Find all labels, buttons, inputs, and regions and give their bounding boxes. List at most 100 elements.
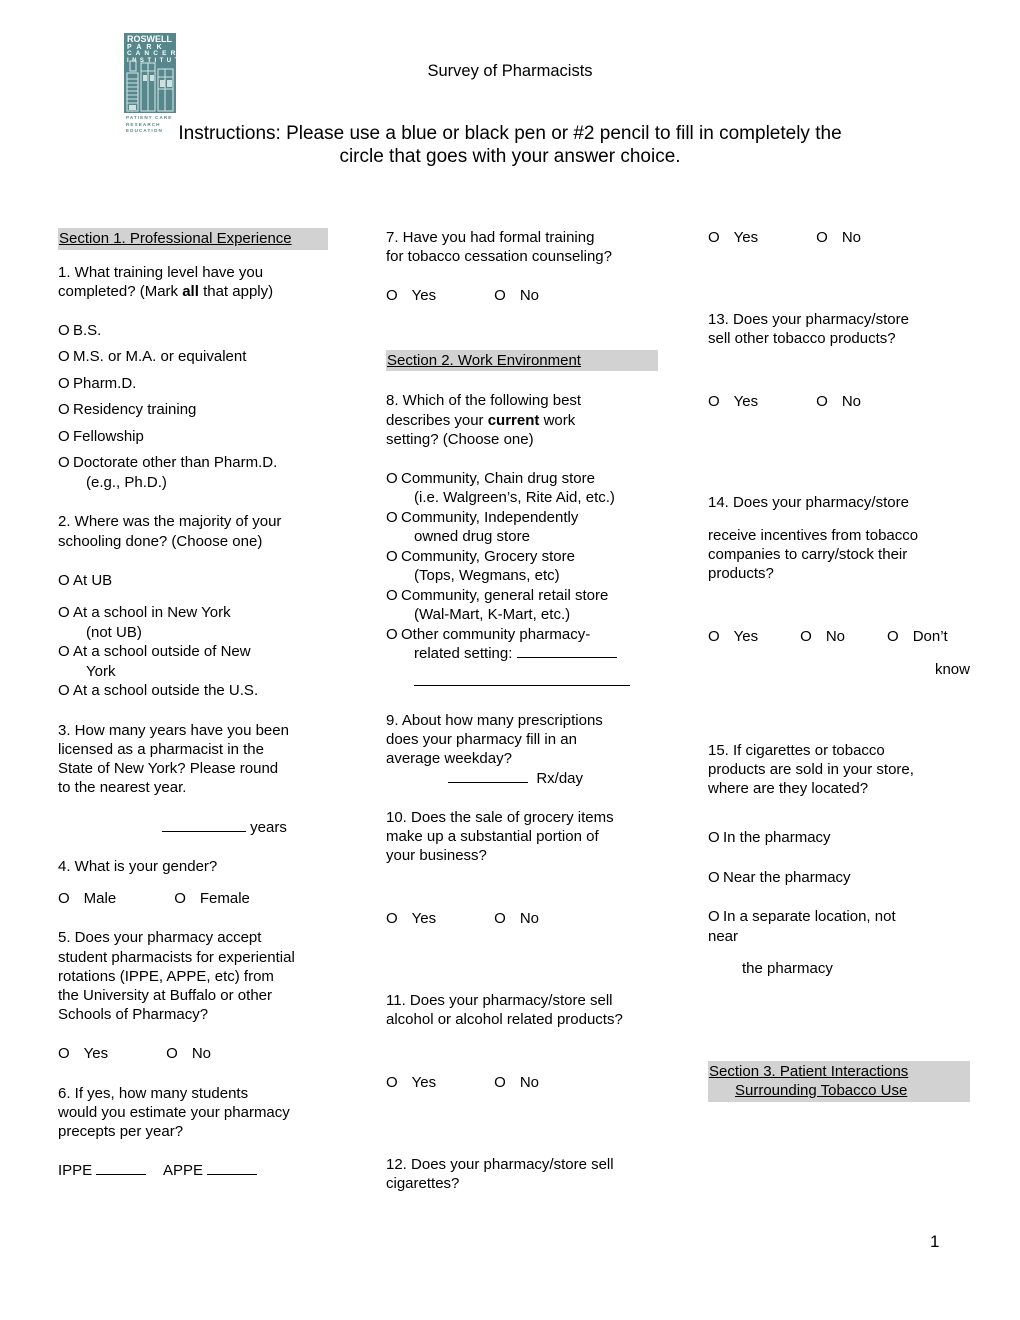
option-ms-ma[interactable]: O M.S. or M.A. or equivalent	[58, 347, 328, 367]
question-14-line-2: receive incentives from tobacco	[708, 526, 919, 544]
logo-tag-line-2: RESEARCH	[126, 121, 161, 127]
option-fellowship[interactable]: O Fellowship	[58, 427, 328, 447]
question-6-line-1: 6. If yes, how many students	[58, 1084, 249, 1102]
radio-bubble-icon[interactable]: O	[386, 586, 401, 606]
option-label: Community, Grocery store	[401, 547, 575, 565]
option-school-outside-us[interactable]: O At a school outside the U.S.	[58, 681, 328, 701]
option-other-community-setting[interactable]: O Other community pharmacy- related setti…	[386, 625, 658, 664]
radio-bubble-icon[interactable]: O	[58, 642, 73, 662]
radio-bubble-icon[interactable]: O	[58, 1044, 70, 1064]
radio-bubble-icon[interactable]: O	[58, 603, 73, 623]
question-8-line-1: 8. Which of the following best	[386, 392, 582, 410]
option-label: M.S. or M.A. or equivalent	[73, 348, 247, 366]
radio-bubble-icon[interactable]: O	[58, 400, 73, 420]
radio-bubble-icon[interactable]: O	[708, 868, 723, 888]
radio-bubble-icon[interactable]: O	[386, 508, 401, 528]
option-at-ub[interactable]: O At UB	[58, 571, 328, 591]
column-2: 7. Have you had formal training for toba…	[386, 228, 658, 1193]
radio-bubble-icon[interactable]: O	[174, 889, 186, 909]
radio-bubble-icon[interactable]: O	[887, 627, 899, 647]
radio-bubble-icon[interactable]: O	[58, 347, 73, 367]
option-yes: Yes	[411, 287, 437, 305]
section-1-header: Section 1. Professional Experience	[58, 228, 328, 250]
option-label: B.S.	[73, 321, 102, 339]
question-1: 1. What training level have you complete…	[58, 263, 328, 301]
option-pharmd[interactable]: O Pharm.D.	[58, 374, 328, 394]
option-chain-drug-store[interactable]: O Community, Chain drug store (i.e. Walgr…	[386, 469, 658, 508]
radio-bubble-icon[interactable]: O	[386, 1073, 398, 1093]
question-14-body: receive incentives from tobacco companie…	[708, 526, 970, 584]
question-7-line-2: for tobacco cessation counseling?	[386, 248, 612, 266]
option-in-the-pharmacy[interactable]: O In the pharmacy	[708, 828, 970, 848]
option-sublabel: (i.e. Walgreen’s, Rite Aid, etc.)	[414, 489, 615, 507]
rx-per-day-input[interactable]	[448, 769, 528, 783]
option-residency[interactable]: O Residency training	[58, 400, 328, 420]
option-yes: Yes	[83, 1045, 109, 1063]
radio-bubble-icon[interactable]: O	[58, 427, 73, 447]
radio-bubble-icon[interactable]: O	[386, 625, 401, 645]
option-yes: Yes	[733, 229, 759, 246]
radio-bubble-icon[interactable]: O	[386, 469, 401, 489]
option-no: No	[519, 910, 540, 928]
logo-tag-line-1: PATIENT CARE	[126, 115, 173, 120]
option-no: No	[191, 1045, 212, 1063]
radio-bubble-icon[interactable]: O	[58, 321, 73, 341]
option-label: In the pharmacy	[723, 829, 831, 847]
option-label: At a school outside the U.S.	[73, 682, 259, 700]
option-no: No	[825, 628, 846, 646]
option-independent-drug-store[interactable]: O Community, Independently owned drug sto…	[386, 508, 658, 547]
question-15: 15. If cigarettes or tobacco products ar…	[708, 741, 970, 799]
radio-bubble-icon[interactable]: O	[386, 547, 401, 567]
radio-bubble-icon[interactable]: O	[494, 1073, 506, 1093]
radio-bubble-icon[interactable]: O	[58, 453, 73, 473]
radio-bubble-icon[interactable]: O	[58, 889, 70, 909]
option-yes: Yes	[411, 910, 437, 928]
option-doctorate-other[interactable]: O Doctorate other than Pharm.D. (e.g., Ph…	[58, 453, 328, 492]
appe-input[interactable]	[207, 1162, 258, 1176]
radio-bubble-icon[interactable]: O	[708, 907, 723, 927]
question-9-line-3: average weekday?	[386, 750, 512, 768]
option-bs[interactable]: O B.S.	[58, 321, 328, 341]
option-school-in-ny[interactable]: O At a school in New York (not UB)	[58, 603, 328, 642]
radio-bubble-icon[interactable]: O	[58, 571, 73, 591]
option-school-outside-ny[interactable]: O At a school outside of New York	[58, 642, 328, 681]
radio-bubble-icon[interactable]: O	[800, 627, 812, 647]
radio-bubble-icon[interactable]: O	[708, 392, 720, 412]
option-sublabel-2: the pharmacy	[742, 960, 833, 978]
other-setting-input-line-2[interactable]	[414, 672, 630, 686]
question-3-line-3: State of New York? Please round	[58, 760, 279, 778]
option-label: At a school in New York	[73, 604, 231, 622]
ippe-input[interactable]	[96, 1162, 147, 1176]
radio-bubble-icon[interactable]: O	[166, 1044, 178, 1064]
question-14-line-4: products?	[708, 564, 774, 582]
question-8: 8. Which of the following best describes…	[386, 391, 658, 449]
radio-bubble-icon[interactable]: O	[494, 286, 506, 306]
logo-line-1: ROSWELL	[127, 34, 172, 44]
page-title: Survey of Pharmacists	[427, 62, 593, 80]
option-grocery-store[interactable]: O Community, Grocery store (Tops, Wegmans…	[386, 547, 658, 586]
radio-bubble-icon[interactable]: O	[816, 228, 828, 248]
radio-bubble-icon[interactable]: O	[58, 374, 73, 394]
option-separate-location[interactable]: O In a separate location, not near	[708, 907, 970, 946]
question-9-line-1: 9. About how many prescriptions	[386, 711, 603, 729]
radio-bubble-icon[interactable]: O	[816, 392, 828, 412]
question-5: 5. Does your pharmacy accept student pha…	[58, 928, 328, 1024]
question-10-answers: O Yes O No	[386, 909, 658, 929]
radio-bubble-icon[interactable]: O	[386, 286, 398, 306]
question-6-answer-row: IPPE APPE	[58, 1161, 328, 1180]
radio-bubble-icon[interactable]: O	[708, 627, 720, 647]
radio-bubble-icon[interactable]: O	[58, 681, 73, 701]
question-15-line-2: products are sold in your store,	[708, 761, 914, 778]
question-13-line-1: 13. Does your pharmacy/store	[708, 310, 909, 328]
years-input[interactable]	[162, 818, 246, 832]
option-general-retail-store[interactable]: O Community, general retail store (Wal-Ma…	[386, 586, 658, 625]
radio-bubble-icon[interactable]: O	[494, 909, 506, 929]
radio-bubble-icon[interactable]: O	[708, 228, 720, 248]
option-sublabel: York	[86, 662, 116, 680]
other-setting-input[interactable]	[516, 645, 617, 659]
radio-bubble-icon[interactable]: O	[708, 828, 723, 848]
option-near-the-pharmacy[interactable]: O Near the pharmacy	[708, 868, 970, 888]
radio-bubble-icon[interactable]: O	[386, 909, 398, 929]
option-label: Community, Chain drug store	[401, 469, 595, 487]
question-1-emphasis: all	[182, 282, 199, 300]
